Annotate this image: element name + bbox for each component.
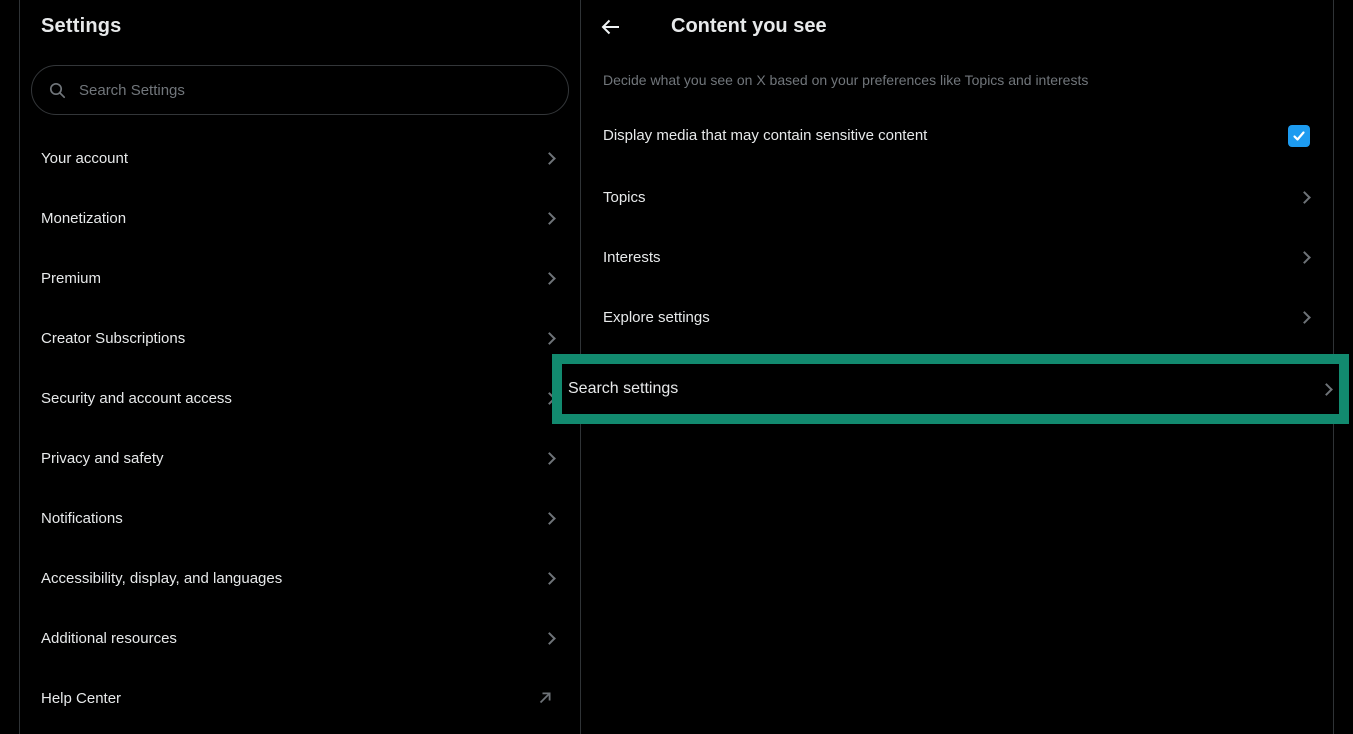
sidebar-item-label: Additional resources [41,630,177,647]
sidebar-item-label: Premium [41,270,101,287]
page-title: Settings [41,15,122,38]
chevron-right-icon [543,572,556,585]
sidebar-item-label: Creator Subscriptions [41,330,185,347]
sidebar-item-label: Your account [41,150,128,167]
chevron-right-icon [1298,191,1311,204]
chevron-right-icon [1320,383,1333,396]
search-icon [49,82,66,99]
sensitive-content-row[interactable]: Display media that may contain sensitive… [581,104,1333,167]
sidebar-item-monetization[interactable]: Monetization [20,188,580,248]
row-topics[interactable]: Topics [581,167,1333,227]
search-input[interactable] [79,82,499,99]
chevron-right-icon [543,512,556,525]
sidebar-item-creator-subscriptions[interactable]: Creator Subscriptions [20,308,580,368]
search-settings-box[interactable] [31,65,569,115]
sidebar-item-additional-resources[interactable]: Additional resources [20,608,580,668]
row-label: Topics [603,189,646,206]
panel-title: Content you see [671,15,827,38]
content-rows: Topics Interests Explore settings [581,167,1333,347]
row-label: Interests [603,249,661,266]
row-search-settings[interactable]: Search settings [562,364,1339,414]
sensitive-content-checkbox[interactable] [1288,125,1310,147]
settings-page: Settings Your account Monetization Premi [0,0,1353,734]
sidebar-item-label: Help Center [41,690,121,707]
sidebar-item-premium[interactable]: Premium [20,248,580,308]
settings-sidebar: Settings Your account Monetization Premi [19,0,581,734]
row-label: Search settings [568,380,678,398]
back-button[interactable] [593,9,629,45]
sidebar-item-privacy-and-safety[interactable]: Privacy and safety [20,428,580,488]
chevron-right-icon [543,452,556,465]
chevron-right-icon [1298,251,1311,264]
sidebar-item-label: Accessibility, display, and languages [41,570,282,587]
sidebar-item-security-and-account-access[interactable]: Security and account access [20,368,580,428]
checkmark-icon [1292,129,1306,143]
panel-header: Content you see [581,0,1333,53]
sidebar-item-help-center[interactable]: Help Center [20,668,580,728]
sidebar-item-your-account[interactable]: Your account [20,128,580,188]
chevron-right-icon [1298,311,1311,324]
row-label: Explore settings [603,309,710,326]
row-explore-settings[interactable]: Explore settings [581,287,1333,347]
sidebar-item-label: Security and account access [41,390,232,407]
sidebar-item-notifications[interactable]: Notifications [20,488,580,548]
highlight-annotation-box: Search settings [552,354,1349,424]
external-link-icon [536,689,554,707]
chevron-right-icon [543,212,556,225]
sidebar-header: Settings [20,0,580,53]
sidebar-item-label: Notifications [41,510,123,527]
settings-menu: Your account Monetization Premium Creato… [20,128,580,728]
sidebar-item-label: Monetization [41,210,126,227]
arrow-left-icon [600,16,622,38]
panel-description: Decide what you see on X based on your p… [603,71,1311,90]
sidebar-item-accessibility-display-languages[interactable]: Accessibility, display, and languages [20,548,580,608]
sidebar-item-label: Privacy and safety [41,450,164,467]
chevron-right-icon [543,272,556,285]
row-interests[interactable]: Interests [581,227,1333,287]
sensitive-content-label: Display media that may contain sensitive… [603,127,927,144]
chevron-right-icon [543,632,556,645]
chevron-right-icon [543,332,556,345]
chevron-right-icon [543,152,556,165]
